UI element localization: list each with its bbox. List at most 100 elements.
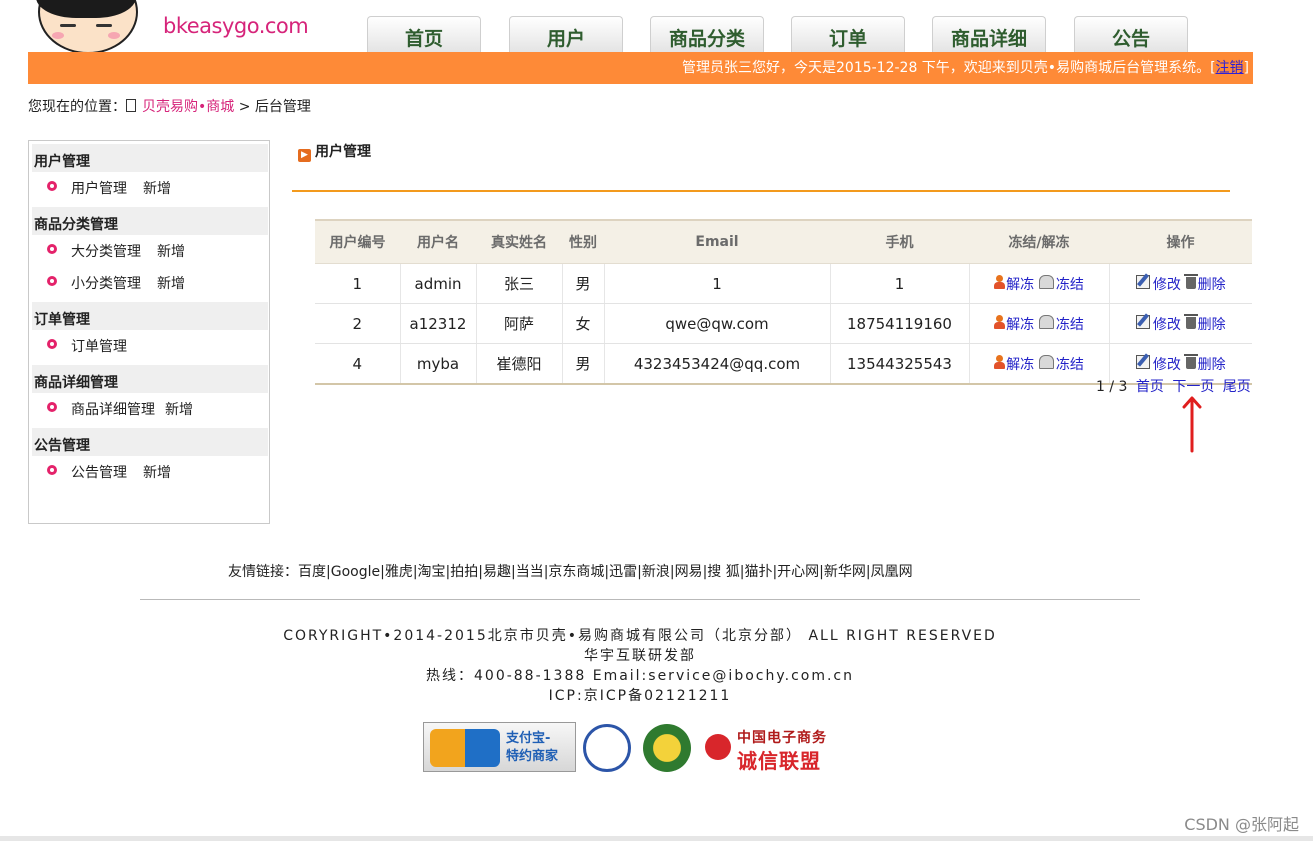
- sidebar-link-product-detail[interactable]: 商品详细管理: [71, 402, 155, 418]
- friend-link[interactable]: 迅雷: [609, 564, 637, 580]
- cell-realname: 崔德阳: [475, 343, 562, 385]
- breadcrumb-prefix: 您现在的位置：: [28, 99, 126, 115]
- welcome-suffix: ]: [1243, 60, 1249, 76]
- tab-users[interactable]: 用户: [509, 16, 623, 52]
- cell-freeze: 解冻 冻结: [968, 263, 1109, 304]
- sidebar-add-small-category[interactable]: 新增: [157, 276, 185, 292]
- delete-link[interactable]: 删除: [1198, 277, 1226, 293]
- edit-link[interactable]: 修改: [1153, 317, 1181, 333]
- bottom-scrollbar[interactable]: [0, 836, 1313, 841]
- friend-link[interactable]: 凤凰网: [871, 564, 913, 580]
- footer-dept: 华宇互联研发部: [584, 648, 696, 664]
- col-header-actions: 操作: [1109, 219, 1252, 264]
- bullet-icon: [47, 402, 57, 412]
- cell-id: 1: [315, 263, 400, 304]
- user-icon: [994, 314, 1006, 330]
- logo-brand-text: bkeasygo.com: [163, 14, 309, 38]
- site-logo[interactable]: bkeasygo.com: [28, 0, 366, 52]
- sidebar-add-user[interactable]: 新增: [143, 181, 171, 197]
- tab-announcements[interactable]: 公告: [1074, 16, 1188, 52]
- cell-username: a12312: [399, 303, 476, 344]
- unfreeze-link[interactable]: 解冻: [1006, 357, 1034, 373]
- friend-link[interactable]: 拍拍: [450, 564, 478, 580]
- friend-link[interactable]: 淘宝: [418, 564, 446, 580]
- sidebar-link-small-category[interactable]: 小分类管理: [71, 276, 141, 292]
- cell-id: 2: [315, 303, 400, 344]
- friend-link[interactable]: 猫扑: [744, 564, 772, 580]
- cell-gender: 男: [561, 263, 604, 304]
- tab-categories[interactable]: 商品分类: [650, 16, 764, 52]
- freeze-link[interactable]: 冻结: [1056, 357, 1084, 373]
- friend-link[interactable]: 搜 狐: [707, 564, 739, 580]
- delete-link[interactable]: 删除: [1198, 317, 1226, 333]
- cell-realname: 张三: [475, 263, 562, 304]
- cell-freeze: 解冻 冻结: [968, 343, 1109, 385]
- trust-badges: 支付宝- 特约商家 中国电子商务 诚信联盟: [423, 722, 863, 774]
- friend-link[interactable]: 雅虎: [385, 564, 413, 580]
- tab-orders[interactable]: 订单: [791, 16, 905, 52]
- breadcrumb-home-link[interactable]: 贝壳易购•商城: [142, 99, 234, 115]
- ecommerce-integrity-badge[interactable]: 中国电子商务 诚信联盟: [701, 724, 861, 773]
- friend-link[interactable]: Google: [331, 564, 380, 580]
- cell-phone: 18754119160: [829, 303, 969, 344]
- table-header-row: 用户编号 用户名 真实姓名 性别 Email 手机 冻结/解冻 操作: [315, 219, 1252, 264]
- edit-link[interactable]: 修改: [1153, 277, 1181, 293]
- lock-icon: [1038, 274, 1054, 289]
- footer-copyright: CORYRIGHT•2014-2015北京市贝壳•易购商城有限公司（北京分部） …: [283, 628, 997, 644]
- friend-link[interactable]: 新华网: [824, 564, 866, 580]
- tab-home[interactable]: 首页: [367, 16, 481, 52]
- friend-link[interactable]: 百度: [298, 564, 326, 580]
- sidebar-item-product-detail: 商品详细管理 新增: [47, 398, 193, 422]
- edit-icon: [1135, 354, 1150, 369]
- table-row: 1 admin 张三 男 1 1 解冻 冻结 修改 删除: [315, 263, 1252, 304]
- bullet-icon: [47, 181, 57, 191]
- arrow-right-icon: ▶: [298, 149, 311, 162]
- logout-link[interactable]: 注销: [1216, 60, 1244, 76]
- cell-phone: 1: [829, 263, 969, 304]
- edit-link[interactable]: 修改: [1153, 357, 1181, 373]
- freeze-link[interactable]: 冻结: [1056, 277, 1084, 293]
- sidebar-link-big-category[interactable]: 大分类管理: [71, 244, 141, 260]
- unfreeze-link[interactable]: 解冻: [1006, 277, 1034, 293]
- col-header-phone: 手机: [830, 219, 969, 264]
- sidebar-add-announcement[interactable]: 新增: [143, 465, 171, 481]
- breadcrumb: 您现在的位置： 贝壳易购•商城 > 后台管理: [28, 96, 311, 118]
- tab-product-details[interactable]: 商品详细: [932, 16, 1046, 52]
- unfreeze-link[interactable]: 解冻: [1006, 317, 1034, 333]
- sidebar-add-big-category[interactable]: 新增: [157, 244, 185, 260]
- friend-link[interactable]: 当当: [516, 564, 544, 580]
- sidebar-link-order-manage[interactable]: 订单管理: [71, 339, 127, 355]
- cert-line1: 中国电子商务: [737, 730, 827, 746]
- friend-links-label: 友情链接：: [228, 564, 298, 580]
- friend-link[interactable]: 新浪: [642, 564, 670, 580]
- alipay-merchant-badge[interactable]: 支付宝- 特约商家: [423, 722, 576, 772]
- last-page-link[interactable]: 尾页: [1223, 379, 1251, 395]
- sidebar-add-product-detail[interactable]: 新增: [165, 402, 193, 418]
- footer-icp: ICP:京ICP备02121211: [548, 688, 732, 704]
- alipay-line1: 支付宝-: [506, 731, 551, 746]
- friend-link[interactable]: 网易: [675, 564, 703, 580]
- title-divider: [292, 190, 1230, 192]
- friend-link[interactable]: 开心网: [777, 564, 819, 580]
- friend-link[interactable]: 易趣: [483, 564, 511, 580]
- first-page-link[interactable]: 首页: [1136, 379, 1164, 395]
- sidebar-link-user-manage[interactable]: 用户管理: [71, 181, 127, 197]
- delete-link[interactable]: 删除: [1198, 357, 1226, 373]
- freeze-link[interactable]: 冻结: [1056, 317, 1084, 333]
- footer-divider: [140, 599, 1140, 600]
- consumer-association-badge-icon[interactable]: [583, 724, 631, 772]
- col-header-freeze: 冻结/解冻: [969, 219, 1109, 264]
- sidebar-link-announcement[interactable]: 公告管理: [71, 465, 127, 481]
- badge-315-icon[interactable]: [643, 724, 691, 772]
- alipay-line2: 特约商家: [506, 749, 559, 764]
- content-title: ▶ 用户管理: [298, 142, 371, 162]
- sidebar-item-announcement: 公告管理 新增: [47, 461, 171, 485]
- friend-link[interactable]: 京东商城: [548, 564, 604, 580]
- next-page-link[interactable]: 下一页: [1172, 379, 1214, 395]
- breadcrumb-current: 后台管理: [254, 99, 311, 115]
- col-header-id: 用户编号: [315, 219, 400, 264]
- friend-links: 友情链接：百度|Google|雅虎|淘宝|拍拍|易趣|当当|京东商城|迅雷|新浪…: [228, 564, 913, 580]
- puzzle-icon: [430, 729, 500, 767]
- sidebar-section-orders: 订单管理: [32, 302, 268, 330]
- logo-mascot-eye: [60, 24, 76, 27]
